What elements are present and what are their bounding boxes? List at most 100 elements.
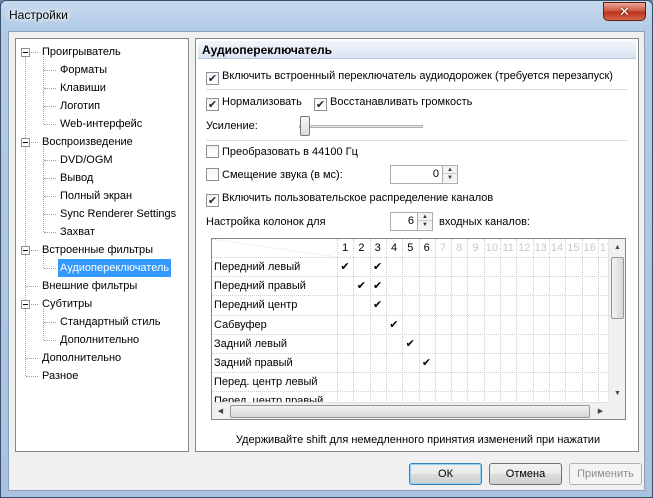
input-channels-spinbox[interactable]: 6 ▲ ▼ (390, 212, 433, 231)
grid-cell[interactable] (500, 258, 516, 276)
grid-cell[interactable] (386, 335, 402, 353)
grid-cell[interactable] (419, 335, 435, 353)
grid-cell[interactable] (451, 373, 467, 391)
grid-cell[interactable] (549, 354, 565, 372)
grid-cell[interactable] (419, 296, 435, 314)
collapse-icon[interactable] (21, 300, 30, 309)
enable-switcher-box[interactable]: ✔ (206, 72, 219, 85)
grid-cell[interactable] (516, 335, 532, 353)
checkmark-icon[interactable]: ✔ (402, 335, 418, 353)
grid-cell[interactable] (467, 335, 483, 353)
tree-item[interactable]: Захват (58, 223, 97, 241)
grid-cell[interactable] (435, 335, 451, 353)
normalize-checkbox[interactable]: ✔ Нормализовать (206, 95, 302, 111)
grid-cell[interactable] (565, 277, 581, 295)
grid-cell[interactable] (500, 277, 516, 295)
grid-cell[interactable] (565, 316, 581, 334)
grid-cell[interactable] (565, 258, 581, 276)
grid-cell[interactable] (582, 354, 598, 372)
grid-cell[interactable] (451, 335, 467, 353)
grid-cell[interactable] (582, 316, 598, 334)
grid-cell[interactable] (500, 354, 516, 372)
spin-down-icon[interactable]: ▼ (418, 221, 432, 229)
grid-cell[interactable] (402, 296, 418, 314)
grid-cell[interactable] (549, 258, 565, 276)
grid-cell[interactable] (435, 258, 451, 276)
grid-cell[interactable] (484, 296, 500, 314)
tree-item[interactable]: Воспроизведение (40, 133, 135, 151)
grid-cell[interactable] (386, 258, 402, 276)
grid-cell[interactable] (565, 335, 581, 353)
grid-cell[interactable] (337, 277, 353, 295)
grid-cell[interactable] (353, 296, 369, 314)
grid-cell[interactable] (549, 373, 565, 391)
grid-cell[interactable] (386, 296, 402, 314)
grid-cell[interactable] (516, 258, 532, 276)
grid-cell[interactable] (451, 296, 467, 314)
grid-cell[interactable] (435, 296, 451, 314)
collapse-icon[interactable] (21, 48, 30, 57)
grid-cell[interactable] (386, 373, 402, 391)
grid-cell[interactable] (353, 373, 369, 391)
grid-cell[interactable] (549, 277, 565, 295)
convert-44100-checkbox[interactable]: Преобразовать в 44100 Гц (206, 145, 358, 161)
grid-cell[interactable] (516, 354, 532, 372)
checkmark-icon[interactable]: ✔ (337, 258, 353, 276)
checkmark-icon[interactable]: ✔ (370, 296, 386, 314)
grid-cell[interactable] (451, 277, 467, 295)
tree-item[interactable]: Стандартный стиль (58, 313, 163, 331)
scroll-up-icon[interactable]: ▲ (609, 239, 625, 256)
gain-slider-thumb[interactable] (300, 116, 310, 136)
close-button[interactable]: ✕ (603, 2, 646, 21)
grid-cell[interactable] (549, 316, 565, 334)
grid-cell[interactable] (402, 316, 418, 334)
grid-cell[interactable] (386, 354, 402, 372)
audio-shift-checkbox[interactable]: Смещение звука (в мс): (206, 168, 343, 184)
grid-cell[interactable] (402, 373, 418, 391)
grid-cell[interactable] (337, 335, 353, 353)
grid-cell[interactable] (435, 373, 451, 391)
grid-cell[interactable] (500, 316, 516, 334)
tree-item[interactable]: Дополнительно (40, 349, 123, 367)
grid-cell[interactable] (337, 354, 353, 372)
checkmark-icon[interactable]: ✔ (419, 354, 435, 372)
gain-slider-track[interactable] (299, 125, 423, 128)
grid-cell[interactable] (533, 335, 549, 353)
grid-cell[interactable] (353, 258, 369, 276)
grid-cell[interactable] (484, 258, 500, 276)
tree-item[interactable]: Дополнительно (58, 331, 141, 349)
grid-cell[interactable] (402, 258, 418, 276)
grid-cell[interactable] (533, 277, 549, 295)
convert-44100-box[interactable] (206, 145, 219, 158)
grid-cell[interactable] (467, 316, 483, 334)
spin-up-icon[interactable]: ▲ (443, 166, 457, 174)
grid-cell[interactable] (484, 354, 500, 372)
title-bar[interactable]: Настройки ✕ (1, 1, 652, 31)
spin-up-icon[interactable]: ▲ (418, 213, 432, 221)
grid-cell[interactable] (370, 373, 386, 391)
tree-item[interactable]: DVD/OGM (58, 151, 115, 169)
tree-item[interactable]: Логотип (58, 97, 102, 115)
grid-cell[interactable] (484, 373, 500, 391)
grid-cell[interactable] (419, 258, 435, 276)
grid-cell[interactable] (582, 335, 598, 353)
scroll-down-icon[interactable]: ▼ (609, 385, 625, 402)
grid-cell[interactable] (419, 277, 435, 295)
audio-shift-spin-buttons[interactable]: ▲ ▼ (442, 166, 457, 183)
tree-item[interactable]: Субтитры (40, 295, 94, 313)
grid-cell[interactable] (467, 373, 483, 391)
audio-shift-spinbox[interactable]: 0 ▲ ▼ (390, 165, 458, 184)
grid-cell[interactable] (582, 296, 598, 314)
grid-cell[interactable] (582, 277, 598, 295)
grid-cell[interactable] (402, 354, 418, 372)
scroll-right-icon[interactable]: ▶ (592, 403, 609, 419)
grid-cell[interactable] (451, 354, 467, 372)
tree-item[interactable]: Внешние фильтры (40, 277, 139, 295)
grid-cell[interactable] (386, 277, 402, 295)
grid-cell[interactable] (337, 316, 353, 334)
grid-cell[interactable] (337, 296, 353, 314)
tree-item[interactable]: Проигрыватель (40, 43, 123, 61)
grid-cell[interactable] (533, 354, 549, 372)
grid-cell[interactable] (370, 316, 386, 334)
audio-shift-value[interactable]: 0 (433, 168, 439, 180)
